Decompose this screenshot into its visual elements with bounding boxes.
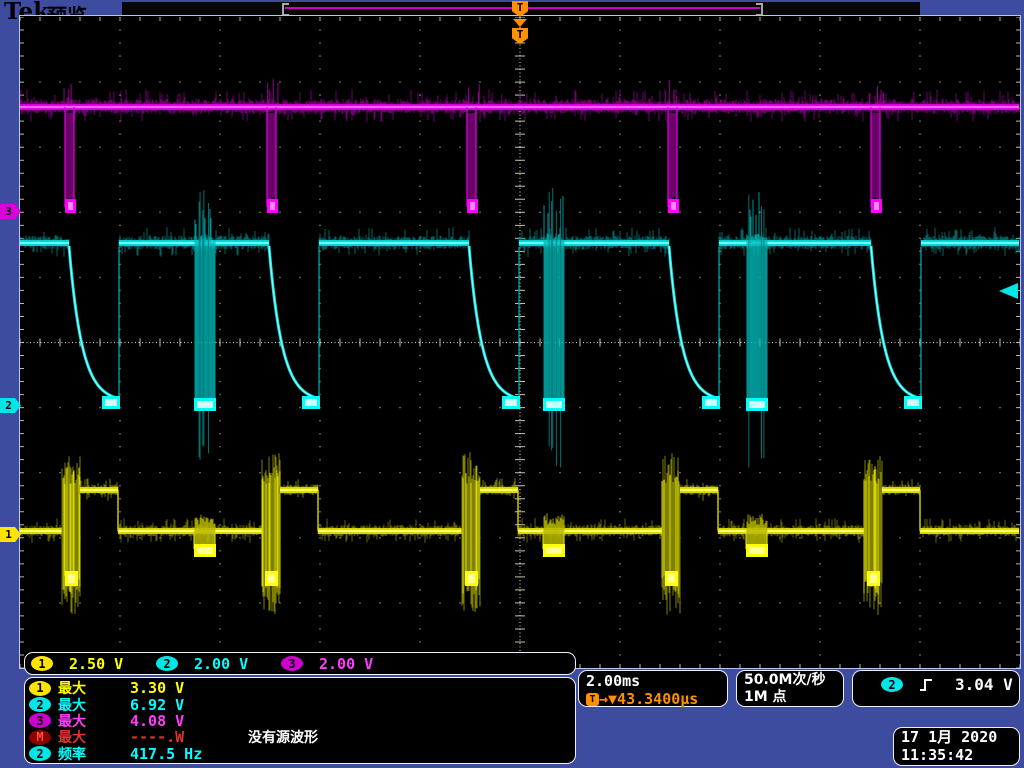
ch3-badge: 3 [29,713,51,729]
measurement-row: 2 频率 417.5 Hz [29,744,575,763]
measurement-label: 频率 [58,746,86,763]
ch1-scale-value: 2.50 V [69,654,124,673]
ch2-badge: 2 [29,746,51,762]
trigger-panel: 2 3.04 V [852,670,1020,707]
rising-edge-icon [920,678,932,691]
ch3-badge: 3 [281,656,303,671]
measurement-warning: 没有源波形 [248,730,318,747]
oscilloscope-screen: Tek 预览 T T 3 2 1 1 2.50 V 2 2.00 V 3 2.0… [0,0,1024,768]
datetime-panel: 17 1月 2020 11:35:42 [893,727,1020,766]
time-readout: 11:35:42 [901,745,974,764]
trigger-source-badge: 2 [881,677,903,692]
timebase-scale: 2.00ms [586,672,641,690]
ch3-scale: 3 2.00 V [281,655,406,673]
ch2-scale: 2 2.00 V [156,655,281,673]
measurements-panel: 1 最大 3.30 V 2 最大 6.92 V 3 最大 4.08 V M 最大… [24,677,576,764]
ch2-badge: 2 [156,656,178,671]
ch1-scale: 1 2.50 V [31,655,156,673]
timebase-panel: 2.00ms T →▼43.3400µs [578,670,728,708]
trigger-position-arrow-icon[interactable] [513,19,527,27]
sample-rate: 50.0M次/秒 [744,672,826,688]
ch3-ground-marker[interactable]: 3 [0,204,21,219]
math-badge: M [29,729,51,745]
channel-scale-bar: 1 2.50 V 2 2.00 V 3 2.00 V [24,652,576,675]
record-length: 1M 点 [744,688,787,705]
date-readout: 17 1月 2020 [901,728,998,746]
ch1-badge: 1 [29,680,51,696]
trigger-level-arrow-icon[interactable] [999,283,1018,299]
acquisition-panel: 50.0M次/秒 1M 点 [736,670,844,707]
ch1-badge: 1 [31,656,53,671]
measurement-value: ----.W [130,728,185,747]
ch1-ground-marker[interactable]: 1 [0,527,21,542]
ch2-ground-marker[interactable]: 2 [0,398,21,413]
ch3-scale-value: 2.00 V [319,654,374,673]
trigger-delay-value: →▼43.3400µs [599,690,699,708]
graticule [19,15,1021,669]
trigger-t-icon: T [586,692,599,706]
ch2-badge: 2 [29,697,51,713]
trigger-delay-readout: T →▼43.3400µs [586,690,727,708]
measurement-value: 4.08 V [130,711,185,730]
ch2-scale-value: 2.00 V [194,654,249,673]
measurement-value: 6.92 V [130,695,185,714]
trigger-level-value: 3.04 V [955,675,1013,694]
measurement-value: 3.30 V [130,679,185,698]
measurement-value: 417.5 Hz [130,744,203,763]
